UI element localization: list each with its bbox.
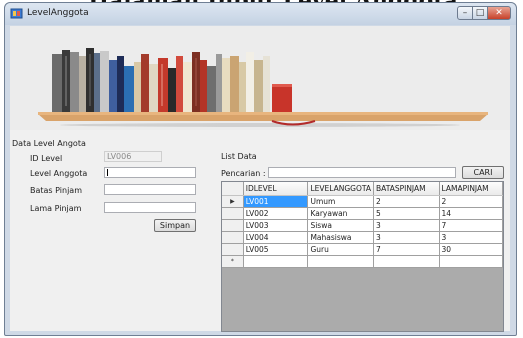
new-row[interactable]: *	[222, 255, 503, 268]
cell-levelanggota[interactable]: Mahasiswa	[307, 231, 374, 244]
new-row-indicator[interactable]: *	[222, 255, 244, 268]
cell-lamapinjam[interactable]: 3	[439, 231, 503, 244]
cell-bataspinjam[interactable]: 5	[373, 207, 440, 220]
text-caret	[107, 169, 108, 176]
search-label: Pencarian :	[221, 169, 266, 178]
cell-new-idlevel[interactable]	[243, 255, 309, 268]
app-icon	[10, 8, 23, 19]
level-data-grid[interactable]: IDLEVEL LEVELANGGOTA BATASPINJAM LAMAPIN…	[221, 181, 504, 332]
cell-idlevel[interactable]: LV001	[243, 195, 309, 208]
cell-lamapinjam[interactable]: 7	[439, 219, 503, 232]
level-anggota-field[interactable]	[104, 167, 196, 178]
save-button[interactable]: Simpan	[154, 219, 196, 232]
cell-idlevel[interactable]: LV005	[243, 243, 309, 256]
minimize-button[interactable]: –	[457, 6, 473, 20]
cell-bataspinjam[interactable]: 2	[373, 195, 440, 208]
maximize-button[interactable]: □	[472, 6, 488, 20]
level-anggota-label: Level Anggota	[30, 169, 88, 178]
table-row[interactable]: LV004 Mahasiswa 3 3	[222, 231, 503, 244]
lama-pinjam-field[interactable]	[104, 202, 196, 213]
cell-levelanggota[interactable]: Guru	[307, 243, 374, 256]
cell-levelanggota[interactable]: Siswa	[307, 219, 374, 232]
column-header-lamapinjam[interactable]: LAMAPINJAM	[439, 182, 503, 196]
cell-levelanggota[interactable]: Karyawan	[307, 207, 374, 220]
cell-idlevel[interactable]: LV002	[243, 207, 309, 220]
form-client-area: Data Level Angota ID Level LV006 Level A…	[10, 26, 510, 332]
lama-pinjam-label: Lama Pinjam	[30, 204, 82, 213]
cell-bataspinjam[interactable]: 7	[373, 243, 440, 256]
search-button[interactable]: CARI	[462, 166, 504, 179]
batas-pinjam-label: Batas Pinjam	[30, 186, 82, 195]
id-level-label: ID Level	[30, 154, 63, 163]
cell-lamapinjam[interactable]: 2	[439, 195, 503, 208]
cell-new-levelanggota[interactable]	[307, 255, 374, 268]
cell-idlevel[interactable]: LV003	[243, 219, 309, 232]
table-row[interactable]: LV003 Siswa 3 7	[222, 219, 503, 232]
close-button[interactable]: ✕	[487, 6, 511, 20]
grid-header-row: IDLEVEL LEVELANGGOTA BATASPINJAM LAMAPIN…	[222, 182, 503, 196]
row-header-cell[interactable]	[222, 243, 244, 256]
row-header-cell[interactable]	[222, 219, 244, 232]
row-header-cell[interactable]	[222, 207, 244, 220]
column-header-bataspinjam[interactable]: BATASPINJAM	[373, 182, 440, 196]
data-level-group-label: Data Level Angota	[12, 139, 86, 148]
cell-bataspinjam[interactable]: 3	[373, 231, 440, 244]
cell-new-lamapinjam[interactable]	[439, 255, 503, 268]
current-row-indicator[interactable]: ▶	[222, 195, 244, 208]
cell-lamapinjam[interactable]: 14	[439, 207, 503, 220]
title-bar[interactable]: LevelAnggota – □ ✕	[5, 3, 516, 25]
cell-levelanggota[interactable]: Umum	[307, 195, 374, 208]
grid-corner-cell	[222, 182, 244, 196]
column-header-levelanggota[interactable]: LEVELANGGOTA	[307, 182, 374, 196]
search-input[interactable]	[268, 167, 456, 178]
batas-pinjam-field[interactable]	[104, 184, 196, 195]
bookshelf-banner	[10, 26, 510, 130]
table-row[interactable]: LV002 Karyawan 5 14	[222, 207, 503, 220]
table-row[interactable]: ▶ LV001 Umum 2 2	[222, 195, 503, 208]
row-header-cell[interactable]	[222, 231, 244, 244]
cell-lamapinjam[interactable]: 30	[439, 243, 503, 256]
window-title: LevelAnggota	[27, 8, 89, 18]
column-header-idlevel[interactable]: IDLEVEL	[243, 182, 309, 196]
bookshelf-image	[10, 26, 510, 130]
cell-new-bataspinjam[interactable]	[373, 255, 440, 268]
list-data-label: List Data	[221, 152, 257, 161]
table-row[interactable]: LV005 Guru 7 30	[222, 243, 503, 256]
id-level-field: LV006	[104, 151, 162, 162]
cell-bataspinjam[interactable]: 3	[373, 219, 440, 232]
app-window: LevelAnggota – □ ✕ Data Level Angota ID …	[4, 2, 517, 336]
cell-idlevel[interactable]: LV004	[243, 231, 309, 244]
